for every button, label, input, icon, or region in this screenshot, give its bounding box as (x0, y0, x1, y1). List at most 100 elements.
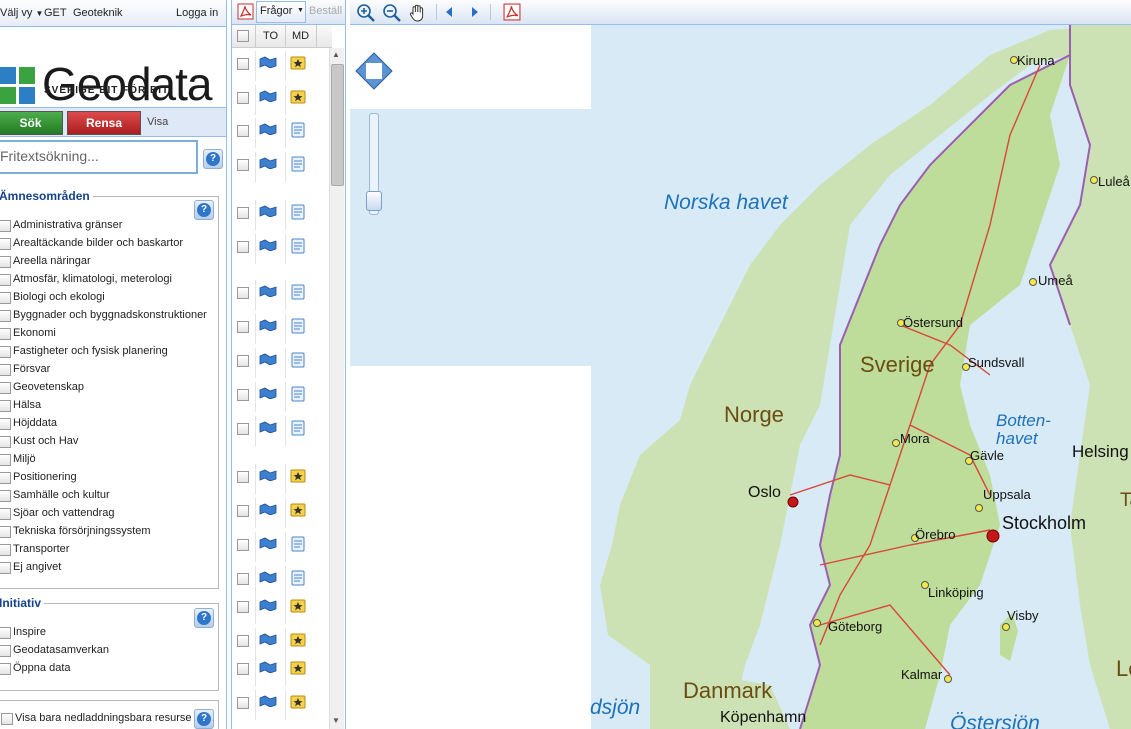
map-layer-icon[interactable] (259, 599, 277, 612)
map-view[interactable]: Kiruna Luleå Umeå Östersund Sundsvall Mo… (350, 0, 1131, 729)
result-checkbox[interactable] (237, 321, 249, 333)
subject-checkbox[interactable] (0, 454, 11, 466)
results-scrollbar[interactable]: ▲ ▼ (329, 48, 344, 729)
subject-checkbox-row[interactable]: Fastigheter och fysisk planering (0, 343, 214, 361)
metadata-document-icon[interactable] (290, 386, 306, 402)
metadata-star-icon[interactable] (290, 632, 306, 648)
result-checkbox[interactable] (237, 92, 249, 104)
map-layer-icon[interactable] (259, 633, 277, 646)
initiative-checkbox[interactable] (0, 663, 11, 675)
downloadable-checkbox[interactable] (1, 713, 13, 725)
next-arrow-icon[interactable] (468, 5, 482, 19)
map-layer-icon[interactable] (259, 537, 277, 550)
pdf-export-icon[interactable] (503, 3, 521, 21)
scroll-up-icon[interactable]: ▲ (332, 50, 340, 59)
map-layer-icon[interactable] (259, 661, 277, 674)
map-layer-icon[interactable] (259, 157, 277, 170)
metadata-star-icon[interactable] (290, 55, 306, 71)
result-row[interactable] (232, 690, 328, 720)
metadata-document-icon[interactable] (290, 284, 306, 300)
result-checkbox[interactable] (237, 663, 249, 675)
show-label[interactable]: Visa (147, 116, 168, 128)
metadata-star-icon[interactable] (290, 502, 306, 518)
subject-checkbox-row[interactable]: Försvar (0, 361, 214, 379)
subject-checkbox-row[interactable]: Kust och Hav (0, 433, 214, 451)
subject-checkbox[interactable] (0, 526, 11, 538)
pan-control-icon[interactable] (355, 52, 393, 90)
result-row[interactable] (232, 51, 328, 81)
initiative-checkbox[interactable] (0, 627, 11, 639)
metadata-document-icon[interactable] (290, 156, 306, 172)
result-row[interactable] (232, 594, 328, 624)
subject-checkbox[interactable] (0, 436, 11, 448)
result-checkbox[interactable] (237, 125, 249, 137)
md-column-header[interactable]: MD (292, 30, 309, 42)
subject-checkbox[interactable] (0, 274, 11, 286)
get-link[interactable]: GET (44, 7, 67, 19)
subject-checkbox-row[interactable]: Atmosfär, klimatologi, meterologi (0, 271, 214, 289)
metadata-document-icon[interactable] (290, 536, 306, 552)
metadata-document-icon[interactable] (290, 122, 306, 138)
subject-checkbox[interactable] (0, 400, 11, 412)
clear-button[interactable]: Rensa (67, 111, 141, 135)
result-row[interactable] (232, 118, 328, 148)
initiative-checkbox[interactable] (0, 645, 11, 657)
map-layer-icon[interactable] (259, 205, 277, 218)
subject-checkbox[interactable] (0, 256, 11, 268)
scroll-down-icon[interactable]: ▼ (332, 716, 340, 725)
result-row[interactable] (232, 348, 328, 378)
initiative-checkbox-row[interactable]: Öppna data (0, 660, 214, 678)
map-layer-icon[interactable] (259, 421, 277, 434)
metadata-document-icon[interactable] (290, 570, 306, 586)
result-checkbox[interactable] (237, 287, 249, 299)
subject-checkbox[interactable] (0, 544, 11, 556)
subject-checkbox[interactable] (0, 472, 11, 484)
metadata-star-icon[interactable] (290, 598, 306, 614)
subject-checkbox-row[interactable]: Positionering (0, 469, 214, 487)
subject-checkbox[interactable] (0, 220, 11, 232)
view-menu[interactable]: Välj vy ▼ (0, 7, 43, 19)
metadata-star-icon[interactable] (290, 660, 306, 676)
to-column-header[interactable]: TO (263, 30, 278, 42)
map-layer-icon[interactable] (259, 123, 277, 136)
map-layer-icon[interactable] (259, 319, 277, 332)
subject-checkbox-row[interactable]: Administrativa gränser (0, 217, 214, 235)
result-checkbox[interactable] (237, 697, 249, 709)
result-checkbox[interactable] (237, 539, 249, 551)
metadata-star-icon[interactable] (290, 694, 306, 710)
subject-checkbox-row[interactable]: Byggnader och byggnadskonstruktioner (0, 307, 214, 325)
map-layer-icon[interactable] (259, 695, 277, 708)
subject-checkbox-row[interactable]: Ekonomi (0, 325, 214, 343)
pdf-icon[interactable] (237, 3, 254, 20)
map-layer-icon[interactable] (259, 503, 277, 516)
result-row[interactable] (232, 464, 328, 494)
result-row[interactable] (232, 498, 328, 528)
subject-checkbox[interactable] (0, 382, 11, 394)
result-row[interactable] (232, 234, 328, 264)
map-layer-icon[interactable] (259, 285, 277, 298)
subject-checkbox[interactable] (0, 292, 11, 304)
select-all-checkbox[interactable] (237, 30, 249, 42)
downloadable-checkbox-row[interactable]: Visa bara nedladdningsbara resurser (1, 710, 191, 728)
scrollbar-thumb[interactable] (331, 64, 344, 186)
geoteknik-link[interactable]: Geoteknik (73, 7, 123, 19)
downloadable-help-button[interactable]: ? (194, 709, 214, 729)
subject-checkbox[interactable] (0, 508, 11, 520)
result-checkbox[interactable] (237, 573, 249, 585)
map-layer-icon[interactable] (259, 90, 277, 103)
subject-checkbox-row[interactable]: Sjöar och vattendrag (0, 505, 214, 523)
subject-checkbox[interactable] (0, 490, 11, 502)
subject-checkbox[interactable] (0, 328, 11, 340)
subject-checkbox[interactable] (0, 418, 11, 430)
metadata-star-icon[interactable] (290, 468, 306, 484)
order-button[interactable]: Beställ (309, 5, 342, 17)
result-checkbox[interactable] (237, 389, 249, 401)
zoom-slider-handle[interactable] (366, 191, 382, 211)
map-layer-icon[interactable] (259, 56, 277, 69)
subject-checkbox[interactable] (0, 562, 11, 574)
result-checkbox[interactable] (237, 355, 249, 367)
subject-checkbox-row[interactable]: Hälsa (0, 397, 214, 415)
subject-checkbox[interactable] (0, 310, 11, 322)
result-row[interactable] (232, 656, 328, 686)
subject-checkbox-row[interactable]: Areella näringar (0, 253, 214, 271)
